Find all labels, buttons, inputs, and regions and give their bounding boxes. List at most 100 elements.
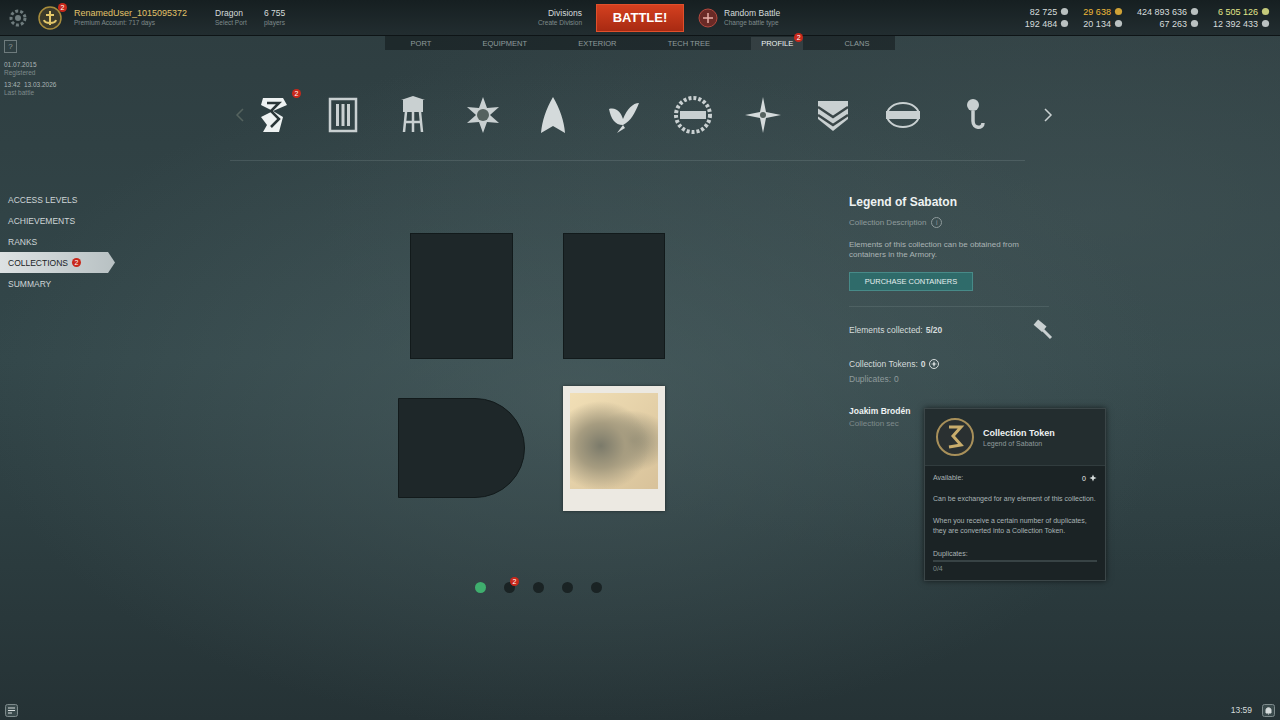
collection-tile[interactable] xyxy=(393,95,433,135)
collection-tile[interactable] xyxy=(1023,95,1025,135)
resource-item[interactable]: 67 263 xyxy=(1137,19,1199,29)
collection-tile[interactable] xyxy=(323,95,363,135)
battle-type-label: Random Battle xyxy=(724,8,780,18)
token-icon xyxy=(1089,474,1097,482)
dove-icon xyxy=(603,95,643,135)
port-action: Select Port xyxy=(215,18,264,27)
battle-button[interactable]: BATTLE! xyxy=(596,4,684,32)
info-icon[interactable]: i xyxy=(931,217,942,228)
resource-item[interactable]: 6 505 126 xyxy=(1213,7,1270,17)
nav-tab[interactable]: PROFILE2 xyxy=(751,37,803,50)
duplicates-label: Duplicates: xyxy=(849,374,891,384)
tooltip-paragraph: Can be exchanged for any element of this… xyxy=(933,494,1097,504)
chevron-right-icon[interactable] xyxy=(1043,108,1053,122)
user-info[interactable]: RenamedUser_1015095372Premium Account: 7… xyxy=(74,8,215,27)
notification-badge: 2 xyxy=(58,3,67,12)
bottom-bar: 13:59 xyxy=(0,700,1280,720)
delta-insignia-icon xyxy=(533,95,573,135)
framed-emblem-icon xyxy=(323,95,363,135)
element-cell xyxy=(563,385,665,511)
bottom-right: 13:59 xyxy=(1231,704,1275,717)
side-menu-item[interactable]: ACCESS LEVELS xyxy=(0,189,115,210)
tab-label: PROFILE xyxy=(761,39,793,48)
divisions-button[interactable]: DivisionsCreate Division xyxy=(482,8,582,27)
collection-tile[interactable] xyxy=(533,95,573,135)
collection-token-icon xyxy=(935,417,975,457)
game-client: 2 RenamedUser_1015095372Premium Account: … xyxy=(0,0,1280,720)
empty-element-slot[interactable] xyxy=(410,233,513,359)
page-dot[interactable] xyxy=(591,582,602,593)
collection-tile[interactable] xyxy=(603,95,643,135)
collection-tile[interactable] xyxy=(953,95,993,135)
collections-carousel: 2 xyxy=(230,80,1280,150)
side-menu-item[interactable]: RANKS xyxy=(0,231,115,252)
crane-hook-icon xyxy=(953,95,993,135)
bell-icon[interactable] xyxy=(1262,704,1275,717)
tab-label: EQUIPMENT xyxy=(482,39,527,48)
nav-tab[interactable]: CLANS xyxy=(834,37,879,50)
collection-tile[interactable] xyxy=(463,95,503,135)
nav-tab[interactable]: EQUIPMENT xyxy=(472,37,537,50)
element-cell xyxy=(398,233,525,359)
sunglasses-photo xyxy=(570,393,658,489)
page-dot[interactable] xyxy=(475,582,486,593)
help-button[interactable]: ? xyxy=(4,40,17,53)
collection-tile[interactable] xyxy=(883,95,923,135)
chat-icon[interactable] xyxy=(5,704,18,717)
nav-tab[interactable]: TECH TREE xyxy=(658,37,720,50)
elements-collected: Elements collected:5/20 xyxy=(849,319,1099,341)
resource-item[interactable]: 12 392 433 xyxy=(1213,19,1270,29)
resource-item[interactable]: 424 893 636 xyxy=(1137,7,1199,17)
side-menu-item[interactable]: ACHIEVEMENTS xyxy=(0,210,115,231)
random-battle-icon xyxy=(698,8,718,28)
settings-gear-icon[interactable] xyxy=(8,8,28,28)
compass-star-icon xyxy=(743,95,783,135)
tab-label: EXTERIOR xyxy=(578,39,616,48)
page-dot[interactable] xyxy=(533,582,544,593)
battle-type-selector[interactable]: Random BattleChange battle type xyxy=(698,8,798,28)
purchase-containers-button[interactable]: PURCHASE CONTAINERS xyxy=(849,272,973,291)
hammer-icon[interactable] xyxy=(1032,319,1054,341)
empty-element-slot[interactable] xyxy=(563,233,665,359)
resource-icon xyxy=(1114,7,1123,16)
page-dots: 2 xyxy=(475,582,665,593)
wreath-badge-icon xyxy=(673,95,713,135)
tooltip-available: Available:0 xyxy=(933,474,1097,482)
chevron-left-icon[interactable] xyxy=(235,108,245,122)
tab-label: CLANS xyxy=(844,39,869,48)
resource-item[interactable]: 82 725 xyxy=(1025,7,1070,17)
collection-description-link[interactable]: Collection Descriptioni xyxy=(849,217,1099,228)
resource-value: 67 263 xyxy=(1159,19,1187,29)
resource-item[interactable]: 20 134 xyxy=(1083,19,1123,29)
rank-avatar[interactable]: 2 xyxy=(38,6,62,30)
profile-content: PORTEQUIPMENTEXTERIORTECH TREEPROFILE2CL… xyxy=(230,36,1280,700)
nav-tab[interactable]: PORT xyxy=(401,37,442,50)
online-count: 6 755players xyxy=(264,8,285,27)
side-menu-item[interactable]: SUMMARY xyxy=(0,273,115,294)
collection-token-tooltip: Collection TokenLegend of SabatonAvailab… xyxy=(924,408,1106,581)
page-dot[interactable]: 2 xyxy=(504,582,515,593)
resource-item[interactable]: 29 638 xyxy=(1083,7,1123,17)
collected-element-photo[interactable] xyxy=(563,386,665,511)
side-menu-item[interactable]: COLLECTIONS2 xyxy=(0,252,115,273)
collection-tile[interactable] xyxy=(743,95,783,135)
element-cell xyxy=(563,233,665,359)
resource-item[interactable]: 192 484 xyxy=(1025,19,1070,29)
nav-tabs: PORT EQUIPMENT EXTERIOR TECH TREE PROFILE2 CL… xyxy=(385,36,895,50)
collection-tile[interactable] xyxy=(813,95,853,135)
collection-tile[interactable]: 2 xyxy=(253,95,293,135)
tokens-label: Collection Tokens: xyxy=(849,359,918,369)
battle-type-text: Random BattleChange battle type xyxy=(724,8,780,27)
resource-icon xyxy=(1060,19,1069,28)
page-dot[interactable] xyxy=(562,582,573,593)
notification-badge: 2 xyxy=(72,258,81,267)
menu-label: ACCESS LEVELS xyxy=(8,195,77,205)
empty-element-slot[interactable] xyxy=(398,398,525,498)
collection-tile[interactable] xyxy=(673,95,713,135)
nav-tab[interactable]: EXTERIOR xyxy=(568,37,626,50)
available-value: 0 xyxy=(1082,474,1097,482)
info-value: 01.07.2015 xyxy=(4,61,230,69)
duplicates[interactable]: Duplicates:0 xyxy=(849,374,1099,384)
port-selector[interactable]: DragonSelect Port xyxy=(215,8,264,27)
collection-title: Legend of Sabaton xyxy=(849,195,1099,209)
